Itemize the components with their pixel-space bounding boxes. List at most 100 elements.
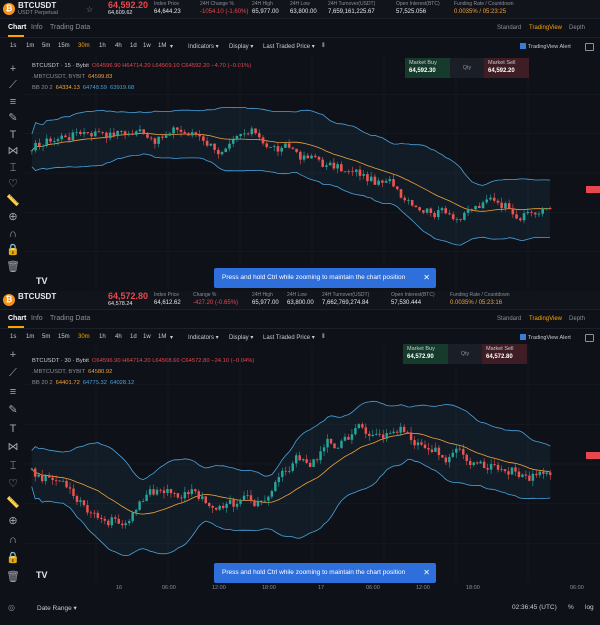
- tab-tradingview[interactable]: TradingView: [529, 25, 562, 31]
- interval-1d[interactable]: 1d: [130, 334, 137, 340]
- camera-icon[interactable]: [585, 334, 594, 342]
- indicators-button[interactable]: Indicators ▾: [188, 43, 219, 50]
- fib-icon[interactable]: ≡: [6, 95, 20, 109]
- candle-body: [68, 487, 72, 489]
- fib-icon[interactable]: ≡: [6, 385, 20, 399]
- brush-icon[interactable]: ✎: [6, 112, 20, 126]
- lock-icon[interactable]: 🔒: [6, 552, 20, 566]
- tab-trading-data[interactable]: Trading Data: [50, 24, 90, 31]
- pattern-icon[interactable]: ⋈: [6, 441, 20, 455]
- price-source-dropdown[interactable]: Last Traded Price ▾: [263, 43, 315, 50]
- zoom-icon[interactable]: ⊕: [6, 515, 20, 529]
- price-source-dropdown[interactable]: Last Traded Price ▾: [263, 334, 315, 341]
- candle-body: [291, 147, 295, 149]
- interval-4h[interactable]: 4h: [115, 43, 122, 49]
- brush-icon[interactable]: ✎: [6, 404, 20, 418]
- date-range-button[interactable]: Date Range ▾: [37, 604, 77, 612]
- candle-body: [172, 127, 175, 134]
- candle-style-icon[interactable]: ⫴: [322, 43, 325, 50]
- market-sell-button[interactable]: Market Sell 64,572.80: [482, 344, 527, 364]
- utc-clock[interactable]: 02:36:45 (UTC): [512, 604, 557, 611]
- text-icon[interactable]: T: [6, 422, 20, 436]
- trash-icon[interactable]: 🗑: [6, 260, 20, 274]
- candlestick-chart-15m[interactable]: [0, 55, 600, 291]
- tab-tradingview[interactable]: TradingView: [529, 316, 562, 322]
- trash-icon[interactable]: 🗑: [6, 570, 20, 584]
- emoji-icon[interactable]: ♡: [6, 178, 20, 192]
- qty-input[interactable]: Qty: [450, 58, 484, 78]
- lock-icon[interactable]: 🔒: [6, 244, 20, 258]
- text-icon[interactable]: T: [6, 128, 20, 142]
- interval-1w[interactable]: 1w: [143, 43, 151, 49]
- market-buy-button[interactable]: Market Buy 64,592.30: [405, 58, 450, 78]
- tab-chart[interactable]: Chart: [8, 315, 26, 322]
- symbol-name[interactable]: BTCUSDT: [18, 1, 56, 10]
- candle-style-icon[interactable]: ⫴: [322, 334, 325, 341]
- tab-depth[interactable]: Depth: [569, 316, 585, 322]
- candlestick-chart-30m[interactable]: [0, 345, 600, 583]
- interval-1M[interactable]: 1M: [158, 43, 166, 49]
- log-scale-toggle[interactable]: log: [585, 604, 594, 611]
- candle-body: [220, 152, 224, 155]
- candle-body: [267, 496, 270, 501]
- market-sell-button[interactable]: Market Sell 64,592.20: [484, 58, 529, 78]
- interval-1h[interactable]: 1h: [99, 334, 106, 340]
- interval-1h[interactable]: 1h: [99, 43, 106, 49]
- tab-chart[interactable]: Chart: [8, 24, 26, 31]
- indicators-button[interactable]: Indicators ▾: [188, 334, 219, 341]
- market-buy-button[interactable]: Market Buy 64,572.90: [403, 344, 448, 364]
- bollinger-fill: [31, 107, 551, 246]
- candle-body: [246, 495, 249, 497]
- percent-scale-toggle[interactable]: %: [568, 604, 574, 611]
- tradingview-alert-button[interactable]: TradingView Alert: [520, 43, 571, 50]
- zoom-icon[interactable]: ⊕: [6, 211, 20, 225]
- pattern-icon[interactable]: ⋈: [6, 145, 20, 159]
- crosshair-icon[interactable]: +: [6, 62, 20, 76]
- measure-icon[interactable]: ⌶: [6, 459, 20, 473]
- trend-line-icon[interactable]: ⟋: [6, 79, 20, 93]
- close-icon[interactable]: ✕: [423, 268, 430, 288]
- settings-icon[interactable]: ◎: [8, 603, 15, 612]
- interval-5m[interactable]: 5m: [42, 334, 50, 340]
- interval-15m[interactable]: 15m: [58, 334, 70, 340]
- interval-1s[interactable]: 1s: [10, 334, 16, 340]
- interval-5m[interactable]: 5m: [42, 43, 50, 49]
- interval-1M[interactable]: 1M: [158, 334, 166, 340]
- tab-standard[interactable]: Standard: [497, 316, 521, 322]
- interval-1m[interactable]: 1m: [26, 43, 34, 49]
- interval-15m[interactable]: 15m: [58, 43, 70, 49]
- camera-icon[interactable]: [585, 43, 594, 51]
- magnet-icon[interactable]: ∩: [6, 533, 20, 547]
- magnet-icon[interactable]: ∩: [6, 227, 20, 241]
- tab-depth[interactable]: Depth: [569, 25, 585, 31]
- candle-body: [336, 164, 339, 169]
- ruler-icon[interactable]: 📏: [6, 194, 20, 208]
- interval-30m[interactable]: 30m: [78, 334, 90, 340]
- qty-input[interactable]: Qty: [448, 344, 482, 364]
- candle-body: [507, 471, 510, 475]
- tab-info[interactable]: Info: [31, 315, 43, 322]
- interval-30m[interactable]: 30m: [78, 43, 90, 49]
- interval-1m[interactable]: 1m: [26, 334, 34, 340]
- interval-1d[interactable]: 1d: [130, 43, 137, 49]
- tab-info[interactable]: Info: [31, 24, 43, 31]
- favorite-star-icon[interactable]: ☆: [86, 5, 93, 14]
- more-intervals-chevron-icon[interactable]: ▾: [170, 334, 173, 341]
- display-button[interactable]: Display ▾: [229, 43, 253, 50]
- measure-icon[interactable]: ⌶: [6, 161, 20, 175]
- trend-line-icon[interactable]: ⟋: [6, 367, 20, 381]
- tradingview-alert-button[interactable]: TradingView Alert: [520, 334, 571, 341]
- emoji-icon[interactable]: ♡: [6, 478, 20, 492]
- tab-trading-data[interactable]: Trading Data: [50, 315, 90, 322]
- ruler-icon[interactable]: 📏: [6, 496, 20, 510]
- display-button[interactable]: Display ▾: [229, 334, 253, 341]
- tab-standard[interactable]: Standard: [497, 25, 521, 31]
- symbol-name[interactable]: BTCUSDT: [18, 292, 56, 301]
- interval-1s[interactable]: 1s: [10, 43, 16, 49]
- interval-1w[interactable]: 1w: [143, 334, 151, 340]
- close-icon[interactable]: ✕: [423, 563, 430, 583]
- more-intervals-chevron-icon[interactable]: ▾: [170, 43, 173, 50]
- candle-body: [260, 500, 263, 502]
- crosshair-icon[interactable]: +: [6, 348, 20, 362]
- interval-4h[interactable]: 4h: [115, 334, 122, 340]
